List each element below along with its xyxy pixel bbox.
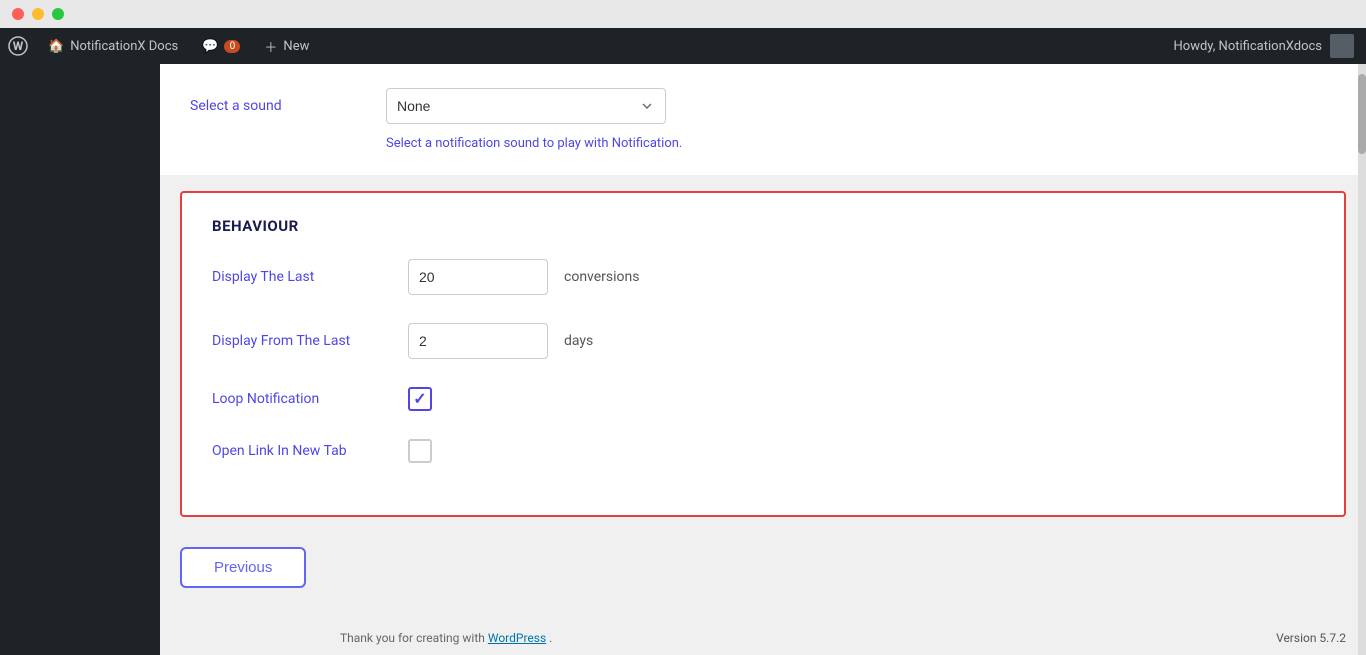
- main-content: Select a sound None Beep Chime Bell Sele…: [160, 64, 1366, 655]
- behaviour-title: BEHAVIOUR: [212, 217, 1314, 235]
- sound-select[interactable]: None Beep Chime Bell: [386, 88, 666, 124]
- open-link-checkbox[interactable]: [408, 439, 432, 463]
- open-link-row: Open Link In New Tab: [212, 439, 1314, 463]
- admin-bar-home[interactable]: 🏠 NotificationX Docs: [36, 28, 190, 64]
- display-last-unit: conversions: [564, 269, 639, 285]
- period-text: .: [549, 631, 552, 645]
- howdy-text: Howdy, NotificationXdocs: [1174, 39, 1322, 54]
- display-from-last-unit: days: [564, 333, 593, 349]
- display-from-last-row: Display From The Last days: [212, 323, 1314, 359]
- wordpress-logo[interactable]: W: [0, 28, 36, 64]
- checkmark-icon: ✓: [413, 391, 426, 407]
- footer-text: Thank you for creating with WordPress .: [340, 631, 552, 645]
- title-bar: [0, 0, 1366, 28]
- avatar[interactable]: [1330, 34, 1354, 58]
- previous-button[interactable]: Previous: [180, 547, 306, 588]
- thank-you-text: Thank you for creating: [340, 631, 462, 645]
- open-link-label: Open Link In New Tab: [212, 443, 392, 459]
- sound-label: Select a sound: [190, 98, 370, 114]
- sound-hint: Select a notification sound to play with…: [386, 136, 1336, 151]
- sidebar: [0, 64, 160, 655]
- display-last-input[interactable]: [408, 259, 548, 295]
- scrollbar-thumb[interactable]: [1358, 74, 1366, 154]
- admin-bar-comments[interactable]: 💬 0: [190, 28, 252, 64]
- footer: Thank you for creating with WordPress . …: [320, 621, 1366, 655]
- behaviour-section: BEHAVIOUR Display The Last conversions D…: [180, 191, 1346, 517]
- svg-text:W: W: [13, 39, 24, 53]
- admin-bar-new[interactable]: ＋ New: [252, 28, 321, 64]
- admin-bar: W 🏠 NotificationX Docs 💬 0 ＋ New Howdy, …: [0, 28, 1366, 64]
- admin-bar-right: Howdy, NotificationXdocs: [1162, 34, 1366, 58]
- minimize-button[interactable]: [32, 8, 44, 20]
- loop-notification-checkbox[interactable]: ✓: [408, 387, 432, 411]
- comments-icon: 💬: [202, 39, 218, 54]
- scroll-area: Select a sound None Beep Chime Bell Sele…: [160, 64, 1366, 638]
- comments-badge: 0: [224, 40, 240, 53]
- display-last-row: Display The Last conversions: [212, 259, 1314, 295]
- loop-notification-row: Loop Notification ✓: [212, 387, 1314, 411]
- sound-section: Select a sound None Beep Chime Bell Sele…: [160, 64, 1366, 175]
- site-name: NotificationX Docs: [70, 39, 178, 54]
- close-button[interactable]: [12, 8, 24, 20]
- layout: Select a sound None Beep Chime Bell Sele…: [0, 64, 1366, 655]
- version-text: Version 5.7.2: [1276, 631, 1346, 645]
- home-icon: 🏠: [48, 39, 64, 54]
- with-text: with: [462, 631, 484, 645]
- scrollbar[interactable]: [1358, 64, 1366, 655]
- display-from-last-input[interactable]: [408, 323, 548, 359]
- sound-row: Select a sound None Beep Chime Bell: [190, 88, 1336, 124]
- plus-icon: ＋: [264, 37, 277, 56]
- admin-bar-left: W 🏠 NotificationX Docs 💬 0 ＋ New: [0, 28, 321, 64]
- display-from-last-label: Display From The Last: [212, 333, 392, 349]
- new-label: New: [283, 39, 309, 54]
- display-last-label: Display The Last: [212, 269, 392, 285]
- wordpress-link[interactable]: WordPress: [488, 631, 546, 645]
- maximize-button[interactable]: [52, 8, 64, 20]
- loop-notification-label: Loop Notification: [212, 391, 392, 407]
